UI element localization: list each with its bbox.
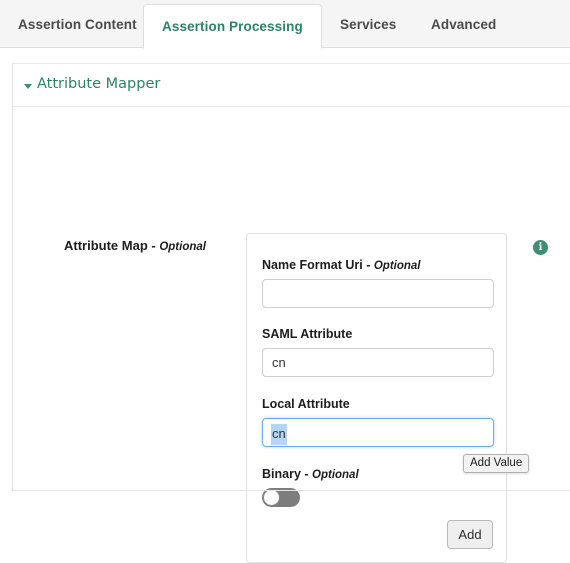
tab-advanced[interactable]: Advanced: [413, 4, 514, 48]
caret-down-icon[interactable]: [24, 84, 32, 89]
attribute-map-card: Name Format Uri - Optional SAML Attribut…: [246, 233, 507, 563]
attribute-map-label-text: Attribute Map -: [64, 238, 160, 253]
local-attribute-input[interactable]: [262, 418, 494, 447]
attribute-map-optional-text: Optional: [159, 241, 206, 253]
name-format-uri-input[interactable]: [262, 279, 494, 308]
saml-attribute-field: SAML Attribute: [262, 327, 494, 377]
name-format-uri-label: Name Format Uri - Optional: [262, 258, 494, 272]
attribute-map-label: Attribute Map - Optional: [64, 238, 206, 253]
name-format-uri-optional-text: Optional: [373, 260, 421, 272]
tab-services[interactable]: Services: [322, 4, 414, 48]
section-header[interactable]: Attribute Mapper: [13, 64, 570, 107]
binary-label: Binary - Optional: [262, 467, 494, 481]
name-format-uri-field: Name Format Uri - Optional: [262, 258, 494, 308]
section-title[interactable]: Attribute Mapper: [37, 76, 160, 92]
info-icon-glyph: i: [538, 242, 543, 253]
tab-label: Assertion Processing: [162, 19, 303, 34]
name-format-uri-label-text: Name Format Uri -: [262, 258, 374, 272]
tab-assertion-content[interactable]: Assertion Content: [0, 4, 155, 48]
tab-label: Assertion Content: [18, 17, 137, 32]
info-icon[interactable]: i: [533, 240, 548, 255]
binary-label-text: Binary -: [262, 467, 313, 481]
binary-toggle-knob: [263, 489, 280, 506]
local-attribute-field: Local Attribute cn: [262, 397, 494, 447]
local-attribute-label: Local Attribute: [262, 397, 350, 411]
tab-assertion-processing[interactable]: Assertion Processing: [143, 4, 322, 49]
attribute-mapper-panel: Attribute Mapper Attribute Map - Optiona…: [12, 63, 570, 563]
section-body: Attribute Map - Optional i Name Format U…: [13, 107, 570, 563]
add-button[interactable]: Add: [447, 520, 493, 549]
tooltip-text: Add Value: [470, 457, 523, 469]
binary-field: Binary - Optional: [262, 467, 494, 510]
bottom-divider: [12, 490, 570, 491]
add-value-tooltip: Add Value: [463, 454, 530, 473]
tab-bar: Assertion Content Assertion Processing S…: [0, 0, 570, 49]
binary-optional-text: Optional: [312, 469, 359, 481]
saml-attribute-label: SAML Attribute: [262, 327, 353, 341]
tab-label: Services: [340, 17, 397, 32]
saml-attribute-input[interactable]: [262, 348, 494, 377]
tab-label: Advanced: [431, 17, 497, 32]
